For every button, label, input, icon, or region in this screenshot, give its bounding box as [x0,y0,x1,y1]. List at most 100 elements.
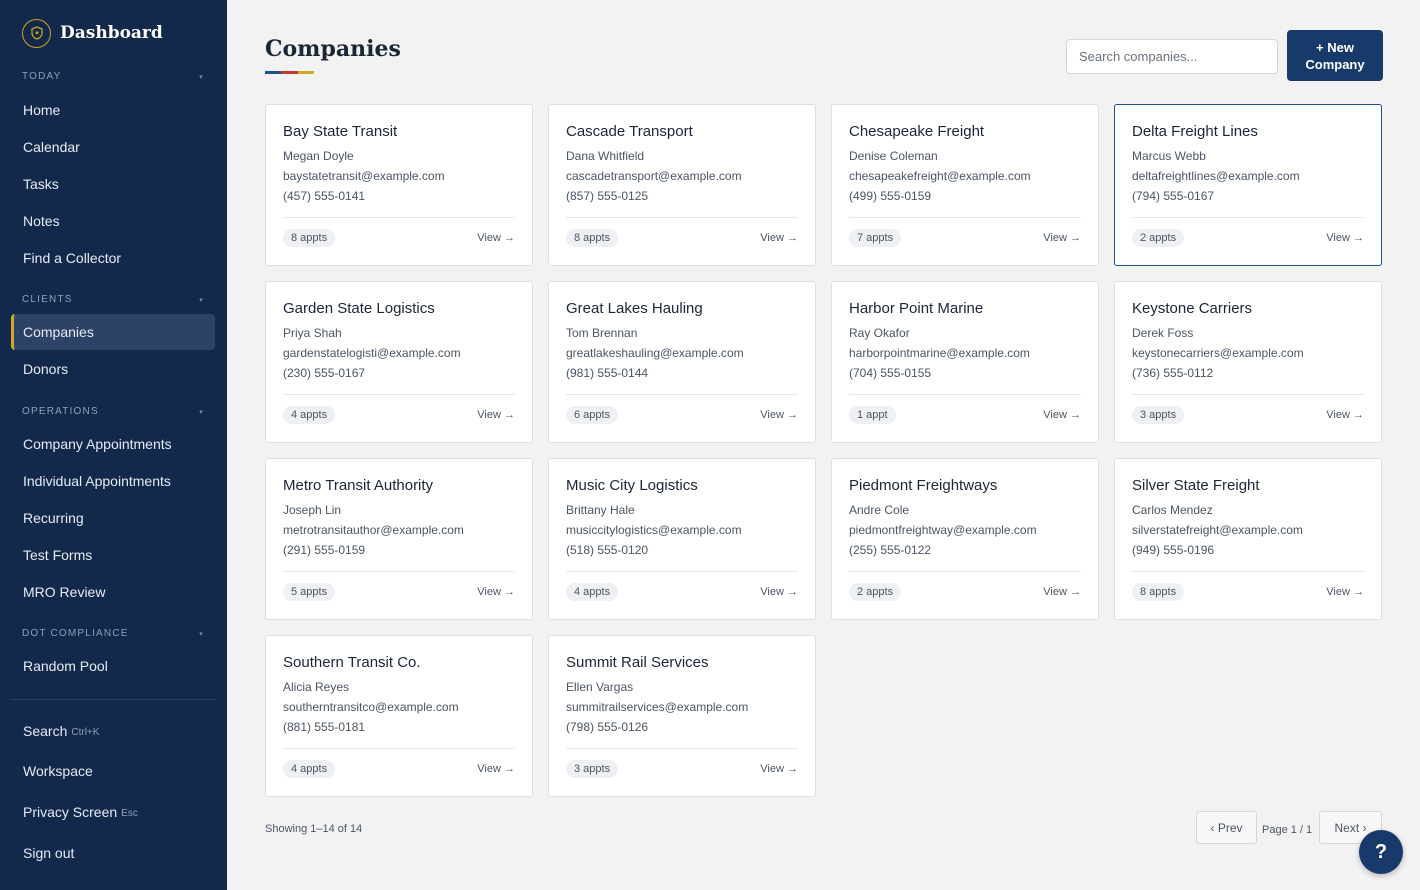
new-company-button[interactable]: + New Company [1287,30,1383,81]
contact-email: deltafreightlines@example.com [1132,169,1300,183]
card-divider [566,748,798,749]
card-divider [1132,571,1364,572]
chevron-down-icon: ▾ [199,296,204,304]
contact-name: Denise Coleman [849,149,938,163]
company-card[interactable]: Piedmont Freightways Andre Cole piedmontfr… [831,458,1099,620]
title-underline [265,71,314,74]
view-link[interactable]: View → [1326,409,1364,421]
sidebar-item-privacy-screen[interactable]: Privacy Screen Esc [11,794,215,830]
view-link[interactable]: View → [760,586,798,598]
search-input[interactable] [1066,39,1278,74]
company-name: Summit Rail Services [566,654,709,671]
card-divider [566,394,798,395]
prev-page-button[interactable]: ‹ Prev [1196,811,1257,844]
view-link[interactable]: View → [477,763,515,775]
contact-email: greatlakeshauling@example.com [566,346,744,360]
card-divider [849,217,1081,218]
shield-logo-icon [22,18,51,48]
shortcut-hint: Ctrl+K [71,726,100,738]
card-divider [283,394,515,395]
sidebar-item-mro-review[interactable]: MRO Review [11,574,215,610]
company-card[interactable]: Music City Logistics Brittany Hale musicci… [548,458,816,620]
page-indicator: Page 1 / 1 [1262,824,1313,836]
company-name: Piedmont Freightways [849,477,998,494]
sidebar-item-random-pool[interactable]: Random Pool [11,648,215,684]
card-divider [283,748,515,749]
section-today[interactable]: TODAY ▾ [22,71,204,82]
contact-phone: (981) 555-0144 [566,366,649,380]
sidebar-item-donors[interactable]: Donors [11,351,215,387]
view-link[interactable]: View → [1043,232,1081,244]
company-card[interactable]: Summit Rail Services Ellen Vargas summitra… [548,635,816,797]
company-card[interactable]: Chesapeake Freight Denise Coleman chesapea… [831,104,1099,266]
company-card[interactable]: Southern Transit Co. Alicia Reyes southern… [265,635,533,797]
underline-segment [281,71,298,74]
view-link[interactable]: View → [477,232,515,244]
company-name: Keystone Carriers [1132,300,1253,317]
company-card[interactable]: Harbor Point Marine Ray Okafor harborpoint… [831,281,1099,443]
company-card[interactable]: Great Lakes Hauling Tom Brennan greatlakes… [548,281,816,443]
company-name: Great Lakes Hauling [566,300,703,317]
contact-phone: (794) 555-0167 [1132,189,1215,203]
contact-name: Brittany Hale [566,503,635,517]
company-card[interactable]: Silver State Freight Carlos Mendez silvers… [1114,458,1382,620]
appointments-badge: 6 appts [566,406,619,424]
appointments-badge: 8 appts [283,229,336,247]
shortcut-hint: Esc [121,807,138,819]
contact-name: Carlos Mendez [1132,503,1213,517]
company-card[interactable]: Metro Transit Authority Joseph Lin metrotr… [265,458,533,620]
contact-email: silverstatefreight@example.com [1132,523,1303,537]
appointments-badge: 2 appts [849,583,902,601]
contact-name: Tom Brennan [566,326,638,340]
sidebar-item-search[interactable]: Search Ctrl+K [11,713,215,749]
contact-email: piedmontfreightway@example.com [849,523,1037,537]
sidebar-item-notes[interactable]: Notes [11,203,215,239]
view-link[interactable]: View → [760,409,798,421]
appointments-badge: 5 appts [283,583,336,601]
section-operations[interactable]: OPERATIONS ▾ [22,406,204,417]
brand[interactable]: Dashboard [22,18,163,48]
sidebar-item-home[interactable]: Home [11,92,215,128]
page-title: Companies [265,36,401,62]
card-divider [849,571,1081,572]
company-name: Music City Logistics [566,477,698,494]
contact-name: Derek Foss [1132,326,1194,340]
view-link[interactable]: View → [477,586,515,598]
company-card[interactable]: Cascade Transport Dana Whitfield cascadetr… [548,104,816,266]
company-card[interactable]: Garden State Logistics Priya Shah gardenst… [265,281,533,443]
company-card[interactable]: Delta Freight Lines Marcus Webb deltafreig… [1114,104,1382,266]
sidebar-item-company-appointments[interactable]: Company Appointments [11,426,215,462]
contact-name: Marcus Webb [1132,149,1206,163]
section-dot-compliance[interactable]: DOT COMPLIANCE ▾ [22,628,204,639]
sidebar-item-sign-out[interactable]: Sign out [11,835,215,871]
underline-segment [297,71,314,74]
section-clients[interactable]: CLIENTS ▾ [22,294,204,305]
contact-phone: (499) 555-0159 [849,189,932,203]
view-link[interactable]: View → [1326,232,1364,244]
view-link[interactable]: View → [1326,586,1364,598]
appointments-badge: 8 appts [1132,583,1185,601]
view-link[interactable]: View → [1043,586,1081,598]
brand-title: Dashboard [60,23,163,43]
view-link[interactable]: View → [760,232,798,244]
company-card[interactable]: Keystone Carriers Derek Foss keystonecarri… [1114,281,1382,443]
contact-email: harborpointmarine@example.com [849,346,1030,360]
appointments-badge: 7 appts [849,229,902,247]
contact-email: musiccitylogistics@example.com [566,523,742,537]
sidebar-item-companies[interactable]: Companies [11,314,215,350]
sidebar-item-test-forms[interactable]: Test Forms [11,537,215,573]
contact-phone: (798) 555-0126 [566,720,649,734]
help-button[interactable]: ? [1359,830,1403,874]
view-link[interactable]: View → [760,763,798,775]
view-link[interactable]: View → [477,409,515,421]
view-link[interactable]: View → [1043,409,1081,421]
company-card[interactable]: Bay State Transit Megan Doyle baystatetran… [265,104,533,266]
contact-phone: (857) 555-0125 [566,189,649,203]
sidebar-item-workspace[interactable]: Workspace [11,753,215,789]
appointments-badge: 3 appts [1132,406,1185,424]
sidebar-item-recurring[interactable]: Recurring [11,500,215,536]
sidebar-item-find-collector[interactable]: Find a Collector [11,240,215,276]
sidebar-item-tasks[interactable]: Tasks [11,166,215,202]
sidebar-item-calendar[interactable]: Calendar [11,129,215,165]
sidebar-item-individual-appointments[interactable]: Individual Appointments [11,463,215,499]
